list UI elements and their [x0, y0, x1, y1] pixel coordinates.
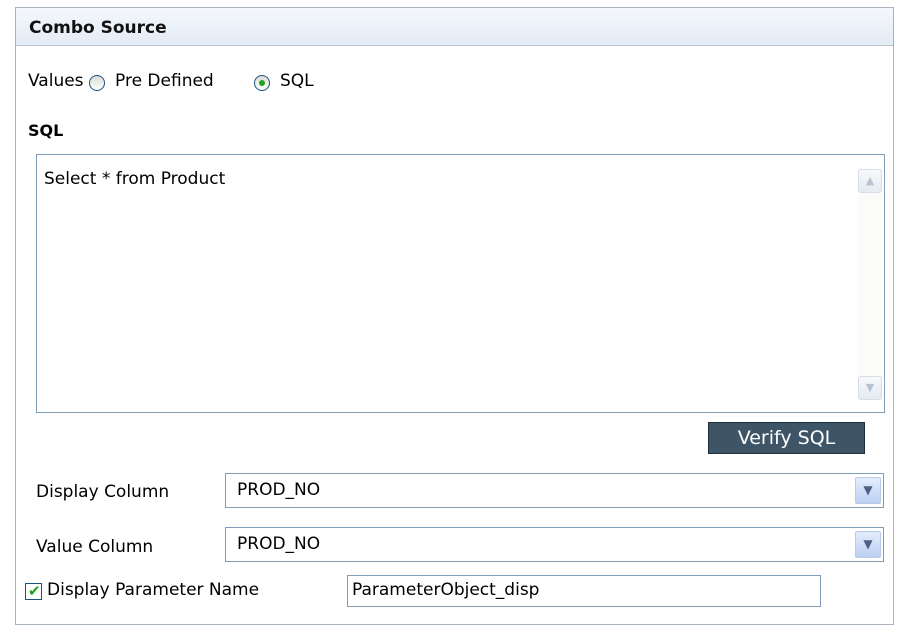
display-parameter-label[interactable]: Display Parameter Name — [47, 580, 259, 600]
value-column-label: Value Column — [36, 537, 154, 557]
checkmark-icon: ✔ — [28, 582, 41, 600]
values-label: Values — [28, 71, 84, 91]
sql-query-text: Select * from Product — [44, 169, 226, 189]
sql-textarea[interactable]: Select * from Product ▲ ▼ — [36, 154, 885, 413]
radio-pre-defined-label[interactable]: Pre Defined — [115, 71, 214, 91]
chevron-down-icon[interactable]: ▼ — [855, 477, 881, 504]
panel-header: Combo Source — [16, 8, 893, 46]
display-column-label: Display Column — [36, 482, 170, 502]
radio-sql[interactable] — [254, 75, 270, 91]
verify-sql-button[interactable]: Verify SQL — [708, 422, 865, 454]
value-column-select[interactable]: PROD_NO ▼ — [225, 527, 884, 562]
display-column-select[interactable]: PROD_NO ▼ — [225, 473, 884, 508]
radio-pre-defined[interactable] — [89, 75, 105, 91]
parameter-name-input[interactable]: ParameterObject_disp — [347, 575, 821, 607]
vertical-scrollbar[interactable]: ▲ ▼ — [858, 169, 882, 400]
values-radio-group: Values Pre Defined SQL — [28, 71, 528, 93]
combo-source-panel: Combo Source Values Pre Defined SQL SQL … — [15, 7, 894, 625]
parameter-name-value: ParameterObject_disp — [352, 580, 540, 600]
panel-title: Combo Source — [29, 18, 167, 38]
display-parameter-checkbox[interactable]: ✔ — [25, 582, 42, 600]
scroll-down-icon[interactable]: ▼ — [858, 376, 882, 400]
radio-dot-icon — [259, 80, 265, 86]
sql-heading: SQL — [28, 121, 64, 140]
scroll-up-icon[interactable]: ▲ — [858, 169, 882, 193]
value-column-value: PROD_NO — [237, 534, 321, 554]
radio-sql-label[interactable]: SQL — [280, 71, 314, 91]
chevron-down-icon[interactable]: ▼ — [855, 531, 881, 558]
display-column-value: PROD_NO — [237, 480, 321, 500]
